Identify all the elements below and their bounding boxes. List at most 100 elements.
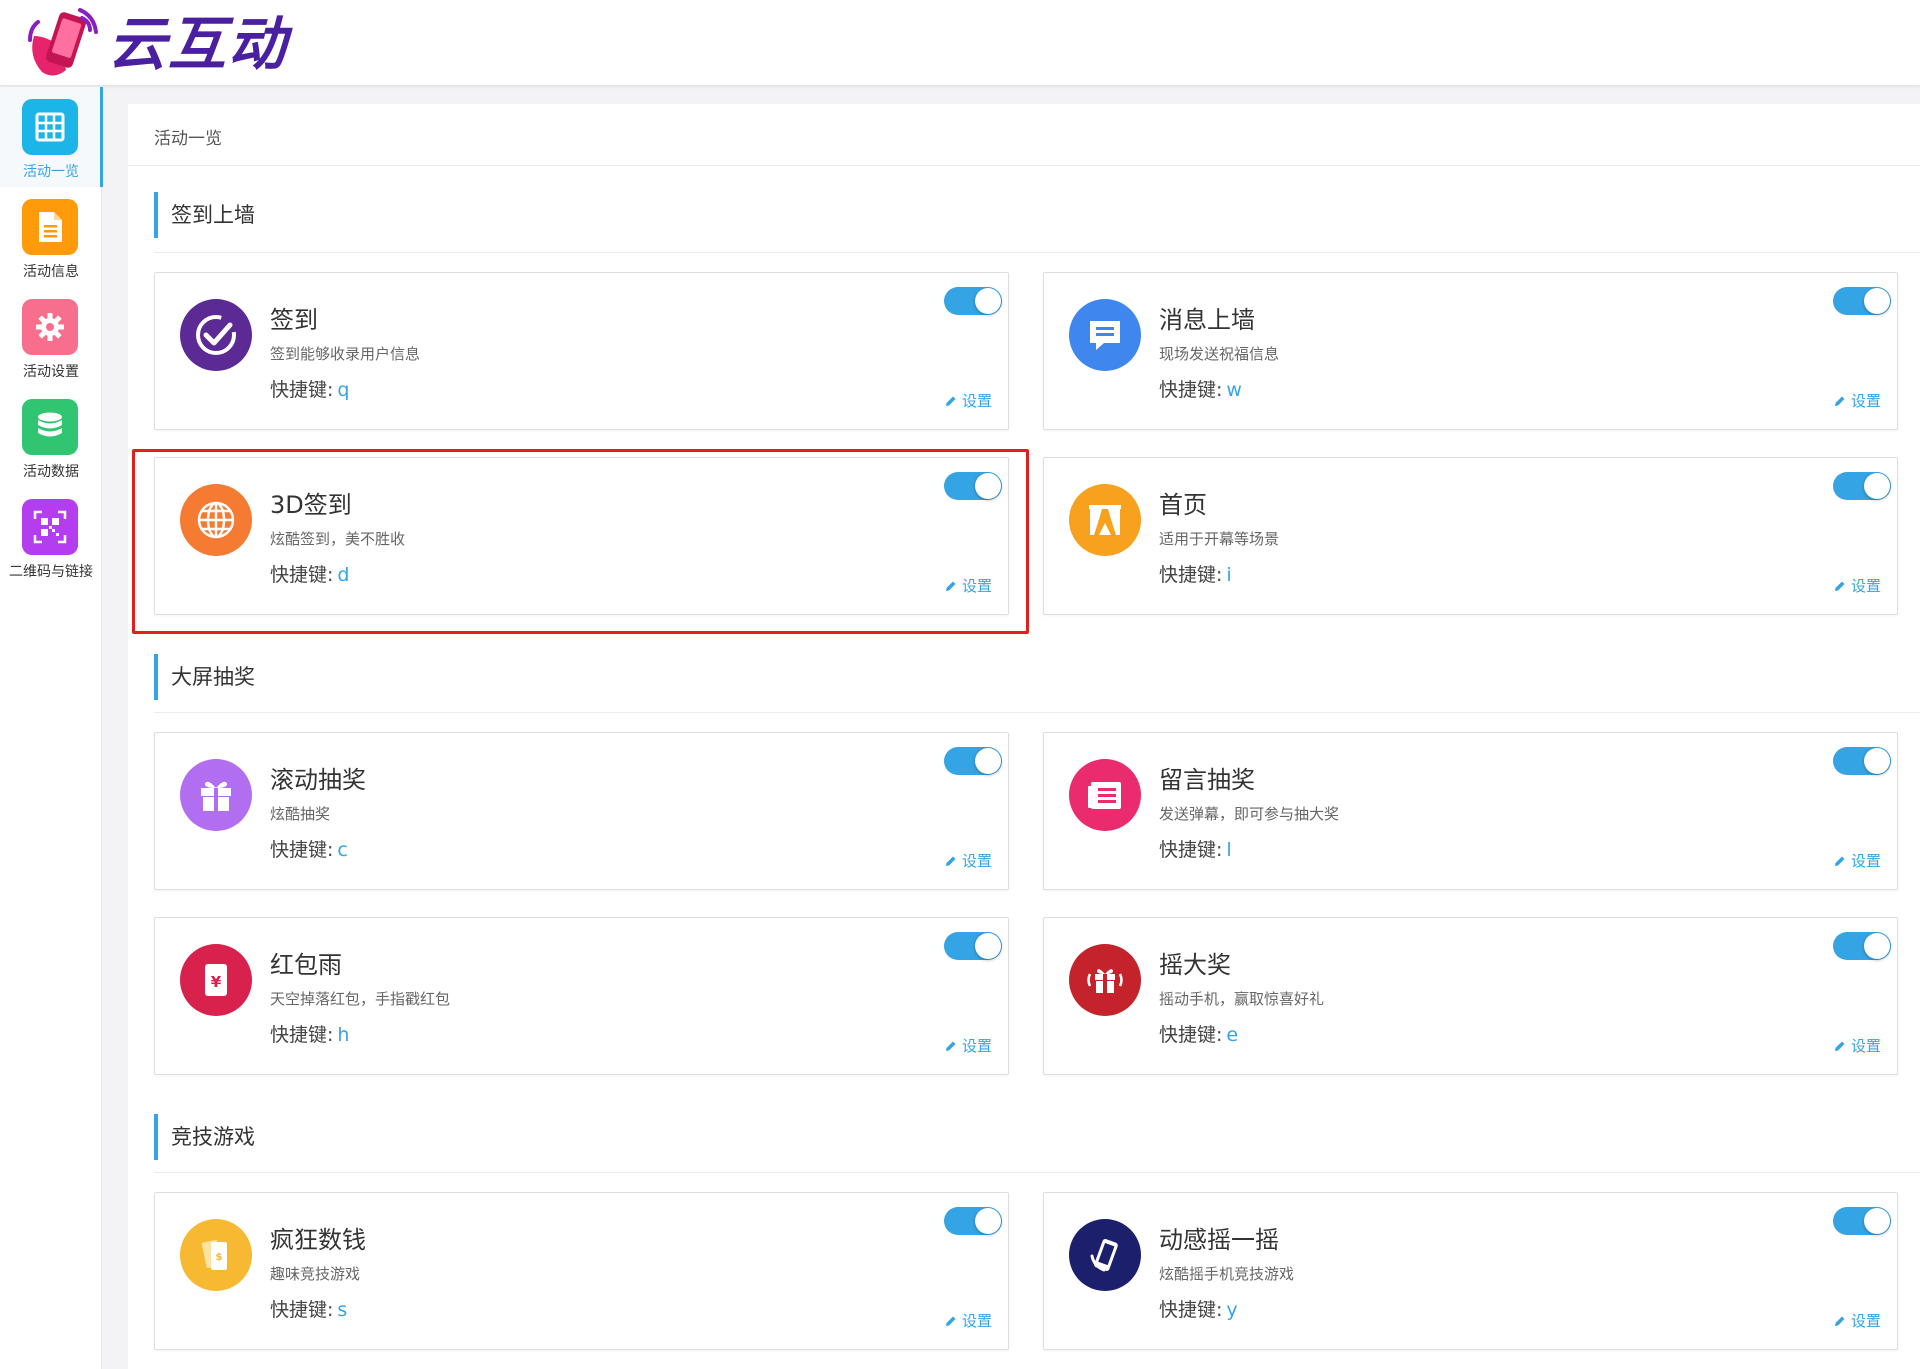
settings-label: 设置: [1850, 1037, 1881, 1055]
card-description: 天空掉落红包，手指戳红包: [270, 990, 451, 1008]
notes-icon: [1069, 759, 1141, 831]
settings-link[interactable]: 设置: [1834, 390, 1881, 411]
shortcut-value: e: [1226, 1024, 1239, 1046]
shortcut-value: q: [337, 379, 350, 401]
card-description: 炫酷摇手机竞技游戏: [1159, 1265, 1295, 1283]
shortcut-label: 快捷键:: [270, 1024, 334, 1046]
settings-label: 设置: [961, 392, 992, 410]
shortcut-label: 快捷键:: [270, 839, 334, 861]
enable-toggle[interactable]: [944, 1207, 1002, 1235]
card-description: 摇动手机，赢取惊喜好礼: [1159, 990, 1325, 1008]
money-icon: $: [180, 1219, 252, 1291]
gear-icon: [22, 299, 78, 355]
database-icon: [22, 399, 78, 455]
sidebar-item-activity-settings[interactable]: 活动设置: [0, 287, 102, 387]
card-title: 摇大奖: [1159, 951, 1231, 979]
card-title: 消息上墙: [1159, 306, 1255, 334]
activity-card-money-count: $ 疯狂数钱 趣味竞技游戏 快捷键: s 设置: [154, 1192, 1009, 1350]
card-description: 趣味竞技游戏: [270, 1265, 361, 1283]
card-description: 签到能够收录用户信息: [270, 345, 421, 363]
pencil-icon: [1834, 1041, 1845, 1051]
document-icon: [22, 199, 78, 255]
activity-card-homepage: 首页 适用于开幕等场景 快捷键: i 设置: [1043, 457, 1898, 615]
pencil-icon: [1834, 856, 1845, 866]
pencil-icon: [1834, 581, 1845, 591]
red-envelope-icon: ¥: [180, 944, 252, 1016]
message-icon: [1069, 299, 1141, 371]
pencil-icon: [945, 396, 956, 406]
settings-link[interactable]: 设置: [945, 850, 992, 871]
enable-toggle[interactable]: [1833, 1207, 1891, 1235]
shortcut-label: 快捷键:: [270, 379, 334, 401]
shake-gift-icon: [1069, 944, 1141, 1016]
sidebar-item-activity-info[interactable]: 活动信息: [0, 187, 102, 287]
pencil-icon: [1834, 396, 1845, 406]
shortcut-key: 快捷键: c: [270, 835, 348, 862]
shortcut-key: 快捷键: h: [270, 1020, 349, 1047]
shortcut-key: 快捷键: e: [1159, 1020, 1238, 1047]
shortcut-value: w: [1226, 379, 1242, 401]
settings-label: 设置: [961, 1312, 992, 1330]
sidebar-item-label: 二维码与链接: [9, 564, 93, 580]
shortcut-label: 快捷键:: [1159, 1299, 1223, 1321]
card-title: 动感摇一摇: [1159, 1226, 1279, 1254]
enable-toggle[interactable]: [1833, 287, 1891, 315]
divider: [154, 1172, 1920, 1173]
activity-card-rolling-lottery: 滚动抽奖 炫酷抽奖 快捷键: c 设置: [154, 732, 1009, 890]
enable-toggle[interactable]: [1833, 472, 1891, 500]
settings-label: 设置: [1850, 392, 1881, 410]
shortcut-label: 快捷键:: [1159, 839, 1223, 861]
settings-link[interactable]: 设置: [945, 1310, 992, 1331]
settings-link[interactable]: 设置: [1834, 850, 1881, 871]
activity-card-red-envelope-rain: ¥ 红包雨 天空掉落红包，手指戳红包 快捷键: h 设置: [154, 917, 1009, 1075]
sidebar-item-qrcode-link[interactable]: 二维码与链接: [0, 487, 102, 587]
settings-link[interactable]: 设置: [945, 390, 992, 411]
activity-card-checkin: 签到 签到能够收录用户信息 快捷键: q 设置: [154, 272, 1009, 430]
svg-text:¥: ¥: [211, 973, 222, 991]
section-title-big-screen-lottery: 大屏抽奖: [154, 654, 255, 700]
sidebar-item-label: 活动信息: [23, 264, 79, 280]
settings-link[interactable]: 设置: [1834, 575, 1881, 596]
card-title: 首页: [1159, 491, 1207, 519]
svg-text:$: $: [216, 1252, 223, 1263]
enable-toggle[interactable]: [944, 287, 1002, 315]
pencil-icon: [945, 1041, 956, 1051]
activity-card-phone-shake: 动感摇一摇 炫酷摇手机竞技游戏 快捷键: y 设置: [1043, 1192, 1898, 1350]
pencil-icon: [1834, 1316, 1845, 1326]
pencil-icon: [945, 1316, 956, 1326]
settings-link[interactable]: 设置: [945, 1035, 992, 1056]
card-title: 红包雨: [270, 951, 342, 979]
brand-name: 云互动: [108, 10, 289, 78]
sidebar-item-activity-overview[interactable]: 活动一览: [0, 87, 103, 187]
shortcut-label: 快捷键:: [1159, 379, 1223, 401]
sidebar: 活动一览 活动信息 活动设置 活动数据 二维码与链接: [0, 87, 103, 1369]
shortcut-value: y: [1226, 1299, 1238, 1321]
enable-toggle[interactable]: [1833, 932, 1891, 960]
curtain-icon: [1069, 484, 1141, 556]
card-description: 炫酷抽奖: [270, 805, 331, 823]
sidebar-item-label: 活动数据: [23, 464, 79, 480]
section-title-checkin-wall: 签到上墙: [154, 192, 255, 238]
shortcut-key: 快捷键: i: [1159, 560, 1232, 587]
sidebar-item-activity-data[interactable]: 活动数据: [0, 387, 102, 487]
main-panel: 活动一览 签到上墙 签到 签到能够收录用户信息 快捷键: q 设置 消息上墙 现场…: [128, 104, 1920, 1369]
shortcut-value: s: [337, 1299, 348, 1321]
settings-link[interactable]: 设置: [1834, 1310, 1881, 1331]
shortcut-value: l: [1226, 839, 1232, 861]
grid-icon: [22, 99, 78, 155]
activity-card-message-wall: 消息上墙 现场发送祝福信息 快捷键: w 设置: [1043, 272, 1898, 430]
settings-label: 设置: [1850, 852, 1881, 870]
settings-link[interactable]: 设置: [1834, 1035, 1881, 1056]
shortcut-key: 快捷键: s: [270, 1295, 347, 1322]
logo-phone-icon: [24, 6, 104, 82]
shortcut-label: 快捷键:: [270, 1299, 334, 1321]
settings-label: 设置: [1850, 1312, 1881, 1330]
enable-toggle[interactable]: [944, 932, 1002, 960]
shortcut-value: h: [337, 1024, 350, 1046]
enable-toggle[interactable]: [1833, 747, 1891, 775]
enable-toggle[interactable]: [944, 747, 1002, 775]
activity-card-message-lottery: 留言抽奖 发送弹幕，即可参与抽大奖 快捷键: l 设置: [1043, 732, 1898, 890]
card-description: 发送弹幕，即可参与抽大奖: [1159, 805, 1340, 823]
shortcut-value: c: [337, 839, 348, 861]
shortcut-key: 快捷键: q: [270, 375, 349, 402]
